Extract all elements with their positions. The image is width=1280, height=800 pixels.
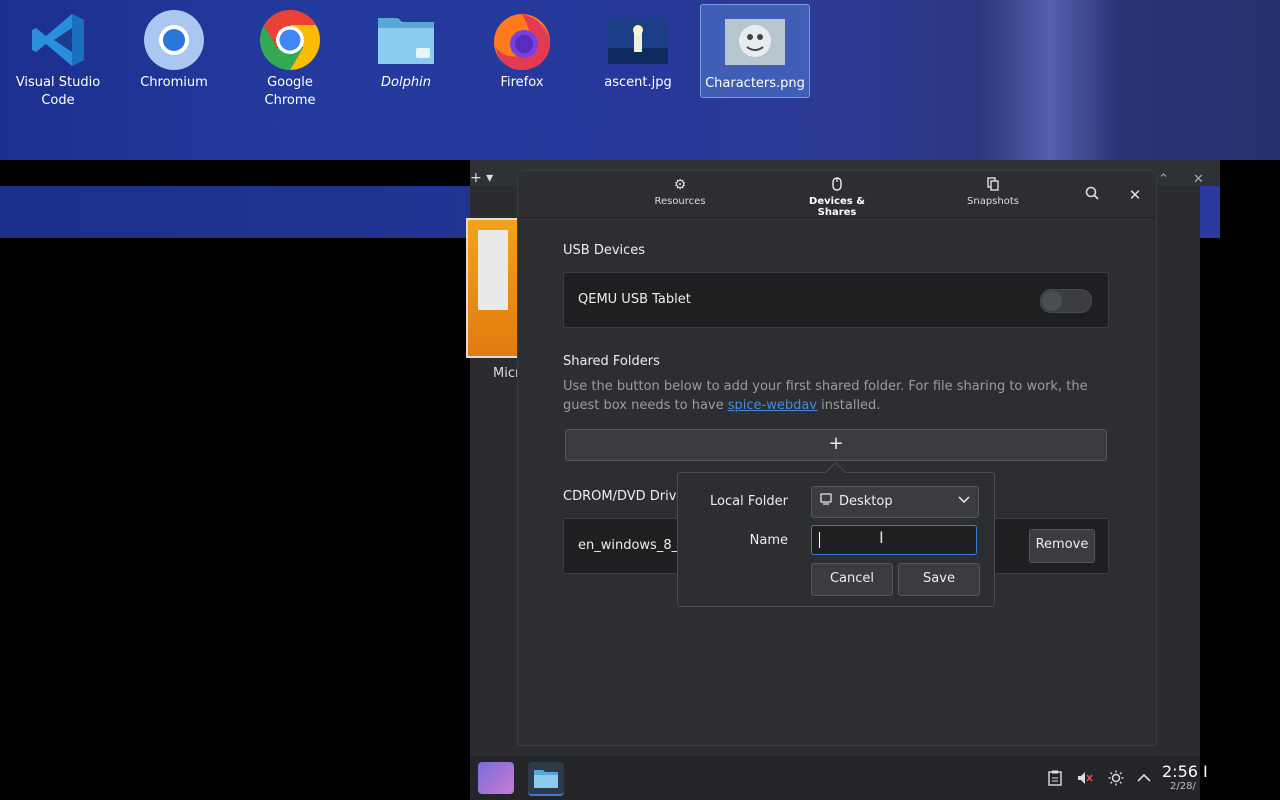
taskbar-folder-icon[interactable] xyxy=(528,762,564,796)
tab-label: Snapshots xyxy=(967,196,1019,207)
app-launcher-icon[interactable] xyxy=(478,762,514,794)
usb-device-name: QEMU USB Tablet xyxy=(578,292,691,307)
new-tab-dropdown[interactable]: + ▾ xyxy=(470,170,493,186)
shared-folders-hint: Use the button below to add your first s… xyxy=(563,377,1109,415)
tab-snapshots[interactable]: Snapshots xyxy=(965,177,1021,207)
tab-resources[interactable]: ⚙ Resources xyxy=(651,177,709,207)
local-folder-label: Local Folder xyxy=(710,494,788,509)
desktop-icon-label: Chromium xyxy=(140,75,208,90)
cdrom-title: CDROM/DVD Drive xyxy=(563,489,685,504)
monitor-icon xyxy=(820,493,832,509)
desktop-icon-label: ascent.jpg xyxy=(604,75,672,90)
close-icon[interactable]: ✕ xyxy=(1193,172,1204,187)
chrome-icon xyxy=(258,8,322,72)
ibeam-cursor-icon: Ⅰ xyxy=(879,528,884,547)
local-folder-value: Desktop xyxy=(839,494,893,509)
minimize-icon[interactable]: ⌃ xyxy=(1158,172,1169,187)
cancel-button[interactable]: Cancel xyxy=(811,563,893,596)
desktop-icon-chrome[interactable]: Google Chrome xyxy=(236,4,344,114)
desktop-icon-label: Firefox xyxy=(500,75,544,90)
desktop-icon-label: Characters.png xyxy=(705,76,805,91)
cdrom-file-name: en_windows_8_1 xyxy=(578,538,687,553)
chevron-down-icon xyxy=(958,493,970,508)
clock-date: 2/28/ xyxy=(1170,781,1196,792)
remove-button[interactable]: Remove xyxy=(1029,529,1095,563)
shared-folders-title: Shared Folders xyxy=(563,354,660,369)
image-icon xyxy=(606,8,670,72)
desktop-icon-dolphin[interactable]: Dolphin xyxy=(352,4,460,114)
desktop-icon-label: Dolphin xyxy=(381,75,431,90)
close-icon[interactable]: ✕ xyxy=(1123,183,1147,207)
usb-device-toggle[interactable] xyxy=(1040,289,1092,313)
image-icon xyxy=(723,9,787,73)
desktop-icon-vscode[interactable]: Visual Studio Code xyxy=(4,4,112,114)
chevron-up-icon[interactable] xyxy=(1136,770,1152,790)
vscode-icon xyxy=(26,8,90,72)
desktop-icon-ascent[interactable]: ascent.jpg xyxy=(584,4,692,114)
desktop-icon-label: Visual Studio Code xyxy=(15,75,101,108)
text-caret xyxy=(819,532,820,548)
folder-icon xyxy=(374,8,438,72)
mouse-icon xyxy=(790,177,884,193)
dialog-header: ⚙ Resources Devices & Shares Snapshots ✕ xyxy=(518,171,1156,218)
volume-muted-icon[interactable] xyxy=(1077,770,1093,790)
tab-label: Resources xyxy=(654,196,706,207)
name-label: Name xyxy=(749,533,788,548)
usb-devices-title: USB Devices xyxy=(563,243,646,258)
gear-icon: ⚙ xyxy=(673,177,687,193)
add-shared-folder-button[interactable]: + xyxy=(565,429,1107,461)
usb-device-row: QEMU USB Tablet xyxy=(563,272,1109,328)
local-folder-select[interactable]: Desktop xyxy=(811,486,979,518)
desktop-icon-chromium[interactable]: Chromium xyxy=(120,4,228,114)
copy-icon xyxy=(965,177,1021,193)
save-button[interactable]: Save xyxy=(898,563,980,596)
vm-preferences-dialog: ⚙ Resources Devices & Shares Snapshots ✕… xyxy=(517,170,1157,746)
name-field[interactable] xyxy=(811,525,977,555)
clock-time[interactable]: 2:56 I xyxy=(1162,762,1208,781)
desktop-icon-label: Google Chrome xyxy=(264,75,316,108)
add-shared-folder-popover: Local Folder Desktop Name Ⅰ Cancel Save xyxy=(677,472,995,607)
tab-label: Devices & Shares xyxy=(809,196,865,218)
search-icon[interactable] xyxy=(1080,183,1104,207)
toggle-knob xyxy=(1042,291,1062,311)
firefox-icon xyxy=(490,8,554,72)
desktop-icon-characters[interactable]: Characters.png xyxy=(700,4,810,98)
hint-text-end: installed. xyxy=(817,398,881,413)
clipboard-icon[interactable] xyxy=(1048,770,1062,790)
chromium-icon xyxy=(142,8,206,72)
vm-thumbnail[interactable] xyxy=(466,218,522,358)
tab-devices-shares[interactable]: Devices & Shares xyxy=(790,177,884,218)
brightness-icon[interactable] xyxy=(1108,770,1124,790)
desktop-icon-firefox[interactable]: Firefox xyxy=(468,4,576,114)
spice-webdav-link[interactable]: spice-webdav xyxy=(728,398,817,413)
